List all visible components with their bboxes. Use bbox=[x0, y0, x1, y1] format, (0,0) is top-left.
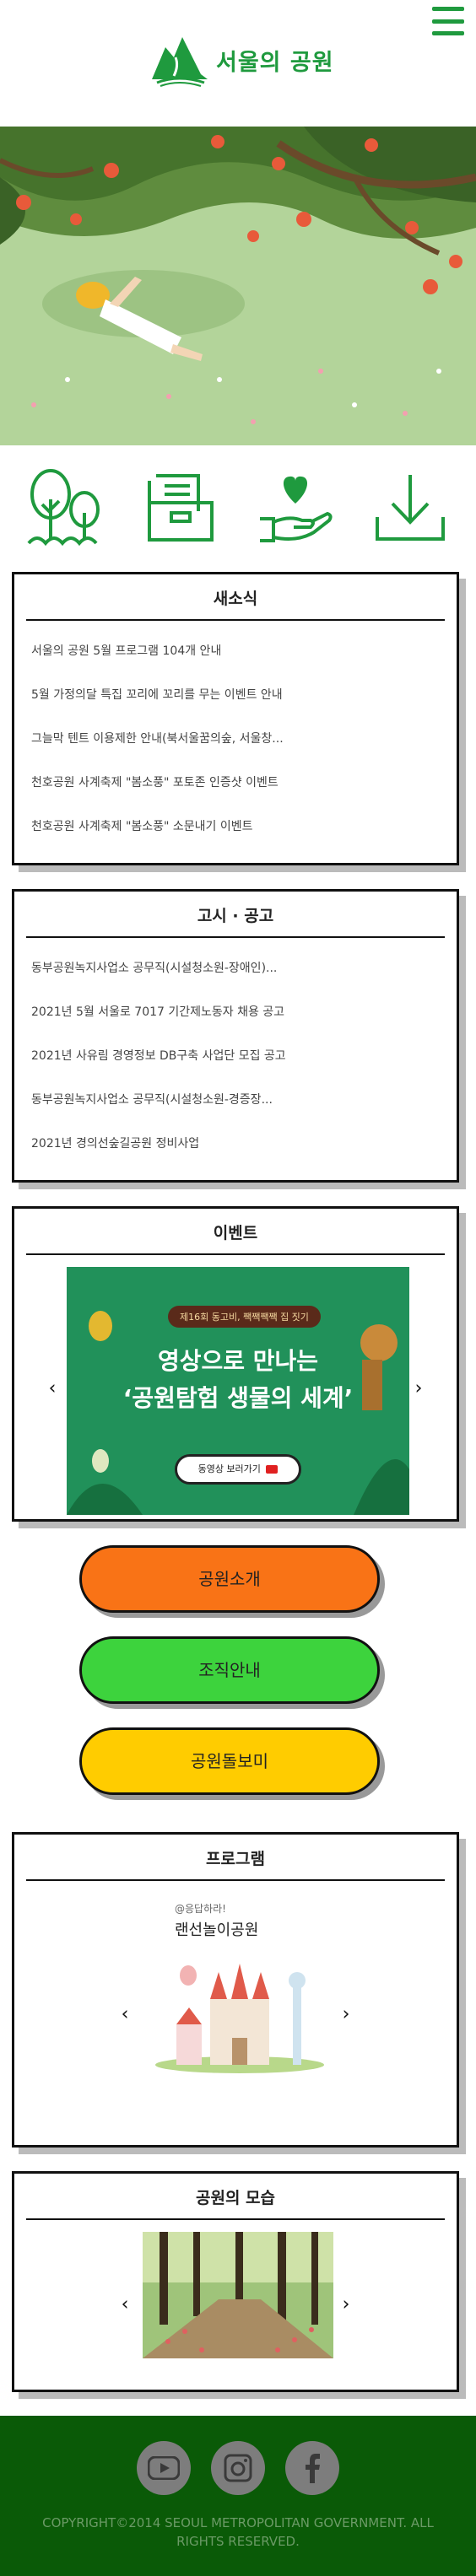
park-intro-button[interactable]: 공원소개 bbox=[79, 1545, 380, 1613]
park-caretaker-button[interactable]: 공원돌보미 bbox=[79, 1727, 380, 1795]
program-caption-small: @응답하라! bbox=[175, 1903, 226, 1915]
list-item[interactable]: 천호공원 사계축제 "봄소풍" 포토존 인증샷 이벤트 bbox=[31, 761, 440, 805]
program-next-button[interactable]: › bbox=[333, 2004, 359, 2025]
facebook-icon[interactable] bbox=[285, 2441, 339, 2495]
hamburger-menu-button[interactable] bbox=[432, 7, 464, 35]
quick-menu bbox=[0, 445, 476, 570]
heart-hand-icon[interactable] bbox=[249, 461, 342, 554]
castle-illustration bbox=[155, 1964, 324, 2073]
gallery-image[interactable] bbox=[143, 2232, 333, 2358]
banner-video-label: 동영상 보러가기 bbox=[197, 1463, 261, 1474]
list-item[interactable]: 동부공원녹지사업소 공무직(시설청소원-경증장... bbox=[31, 1078, 440, 1122]
menu-bar bbox=[432, 7, 464, 11]
list-item[interactable]: 그늘막 텐트 이용제한 안내(북서울꿈의숲, 서울창... bbox=[31, 717, 440, 761]
banner-line2: ‘공원탐험 생물의 세계’ bbox=[122, 1384, 354, 1412]
news-title: 새소식 bbox=[26, 574, 445, 621]
hero-illustration bbox=[0, 127, 476, 445]
site-logo[interactable]: 서울의 공원 bbox=[150, 32, 334, 88]
sns-links bbox=[0, 2441, 476, 2495]
news-box: 새소식 서울의 공원 5월 프로그램 104개 안내 5월 가정의달 특집 꼬리… bbox=[12, 572, 459, 865]
program-title: 프로그램 bbox=[26, 1835, 445, 1881]
tree-icon[interactable] bbox=[19, 461, 112, 554]
gallery-next-button[interactable]: › bbox=[333, 2294, 359, 2315]
youtube-icon[interactable] bbox=[137, 2441, 191, 2495]
program-caption: 랜선놀이공원 bbox=[175, 1921, 259, 1939]
list-item[interactable]: 천호공원 사계축제 "봄소풍" 소문내기 이벤트 bbox=[31, 805, 440, 849]
notice-title: 고시 · 공고 bbox=[26, 892, 445, 938]
notice-list: 동부공원녹지사업소 공무직(시설청소원-장애인)... 2021년 5월 서울로… bbox=[14, 938, 457, 1166]
event-slider: ‹ 제16회 동고비, 짹짹짹짹 집 짓기 영상으로 만나는 ‘공원탐험 생물의… bbox=[14, 1255, 457, 1522]
banner-badge: 제16회 동고비, 짹짹짹짹 집 짓기 bbox=[168, 1306, 321, 1328]
main-buttons: 공원소개 조직안내 공원돌보미 bbox=[0, 1522, 476, 1795]
list-item[interactable]: 5월 가정의달 특집 꼬리에 꼬리를 무는 이벤트 안내 bbox=[31, 673, 440, 717]
mountain-logo-icon bbox=[152, 37, 208, 87]
event-title: 이벤트 bbox=[26, 1209, 445, 1255]
notice-box: 고시 · 공고 동부공원녹지사업소 공무직(시설청소원-장애인)... 2021… bbox=[12, 889, 459, 1183]
menu-bar bbox=[432, 19, 464, 24]
event-box: 이벤트 ‹ 제16회 동고비, 짹짹짹짹 집 짓기 영상으로 만나는 ‘공원탐험… bbox=[12, 1206, 459, 1522]
list-item[interactable]: 2021년 사유림 경영정보 DB구축 사업단 모집 공고 bbox=[31, 1034, 440, 1078]
instagram-icon[interactable] bbox=[211, 2441, 265, 2495]
hero-scene bbox=[0, 127, 476, 445]
gallery-prev-button[interactable]: ‹ bbox=[112, 2294, 138, 2315]
banner-video-button[interactable]: 동영상 보러가기 bbox=[175, 1454, 301, 1485]
news-list: 서울의 공원 5월 프로그램 104개 안내 5월 가정의달 특집 꼬리에 꼬리… bbox=[14, 621, 457, 849]
organization-button[interactable]: 조직안내 bbox=[79, 1636, 380, 1704]
list-item[interactable]: 2021년 5월 서울로 7017 기간제노동자 채용 공고 bbox=[31, 990, 440, 1034]
youtube-play-icon bbox=[266, 1465, 279, 1474]
program-image[interactable] bbox=[151, 1957, 328, 2075]
copyright: COPYRIGHT©2014 SEOUL METROPOLITAN GOVERN… bbox=[42, 2515, 434, 2549]
download-icon[interactable] bbox=[364, 461, 457, 554]
gallery-box: 공원의 모습 ‹ › bbox=[12, 2171, 459, 2392]
gallery-slider: ‹ › bbox=[14, 2220, 457, 2389]
site-title: 서울의 공원 bbox=[216, 49, 334, 76]
list-item[interactable]: 서울의 공원 5월 프로그램 104개 안내 bbox=[31, 629, 440, 673]
program-slider: ‹ @응답하라! 랜선놀이공원 › bbox=[14, 1881, 457, 2148]
header: 서울의 공원 bbox=[0, 0, 476, 127]
event-banner[interactable]: 제16회 동고비, 짹짹짹짹 집 짓기 영상으로 만나는 ‘공원탐험 생물의 세… bbox=[67, 1267, 409, 1515]
footer: COPYRIGHT©2014 SEOUL METROPOLITAN GOVERN… bbox=[0, 2416, 476, 2576]
folder-icon[interactable] bbox=[134, 461, 227, 554]
list-item[interactable]: 2021년 경의선숲길공원 정비사업 bbox=[31, 1122, 440, 1166]
program-box: 프로그램 ‹ @응답하라! 랜선놀이공원 › bbox=[12, 1832, 459, 2148]
event-next-button[interactable]: › bbox=[406, 1378, 431, 1399]
list-item[interactable]: 동부공원녹지사업소 공무직(시설청소원-장애인)... bbox=[31, 946, 440, 990]
forest-photo bbox=[143, 2232, 333, 2358]
gallery-title: 공원의 모습 bbox=[26, 2174, 445, 2220]
event-prev-button[interactable]: ‹ bbox=[40, 1378, 65, 1399]
banner-line1: 영상으로 만나는 bbox=[157, 1347, 319, 1375]
menu-bar bbox=[432, 31, 464, 35]
program-prev-button[interactable]: ‹ bbox=[112, 2004, 138, 2025]
